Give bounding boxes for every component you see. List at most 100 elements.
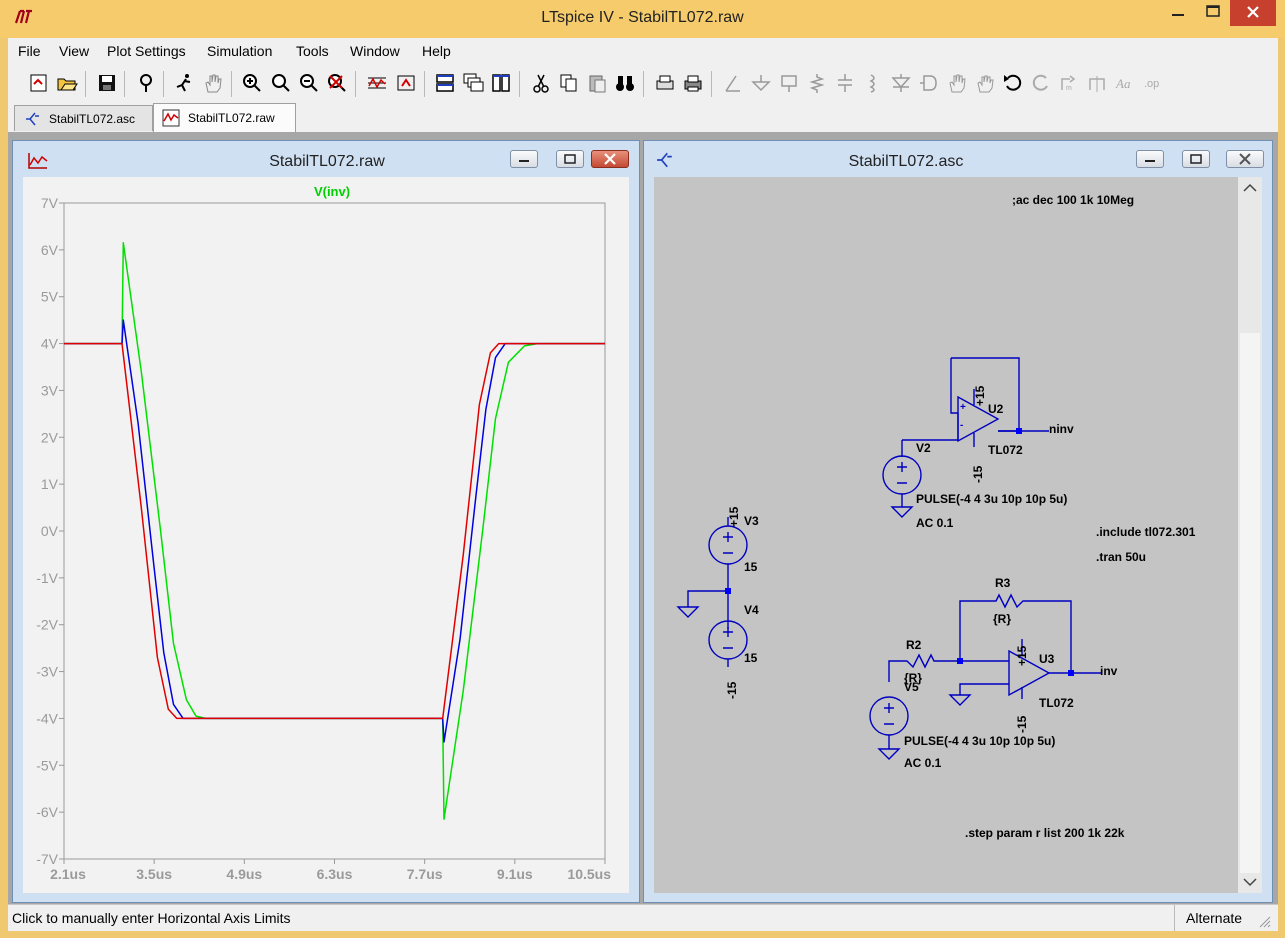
move-hand-icon[interactable] bbox=[946, 72, 968, 94]
u2-vneg[interactable]: -15 bbox=[971, 465, 985, 483]
tran-directive[interactable]: .tran 50u bbox=[1096, 550, 1146, 564]
v2-ref[interactable]: V2 bbox=[916, 441, 931, 455]
tab-waveform[interactable]: StabilTL072.raw bbox=[153, 103, 296, 132]
x-tick-label[interactable]: 7.7us bbox=[407, 866, 443, 882]
u3-vpos[interactable]: +15 bbox=[1015, 645, 1029, 666]
v5-ac[interactable]: AC 0.1 bbox=[904, 756, 942, 770]
save-icon[interactable] bbox=[96, 72, 118, 94]
waveform-close-button[interactable] bbox=[591, 150, 629, 168]
y-tick-label[interactable]: 7V bbox=[41, 195, 59, 211]
v3-ref[interactable]: V3 bbox=[744, 514, 759, 528]
run-icon[interactable] bbox=[173, 72, 195, 94]
diode-icon[interactable] bbox=[890, 72, 912, 94]
v2-value[interactable]: PULSE(-4 4 3u 10p 10p 5u) bbox=[916, 492, 1067, 506]
net-label-icon[interactable] bbox=[778, 72, 800, 94]
x-tick-label[interactable]: 4.9us bbox=[226, 866, 262, 882]
v4-value[interactable]: 15 bbox=[744, 651, 758, 665]
x-tick-label[interactable]: 3.5us bbox=[136, 866, 172, 882]
include-directive[interactable]: .include tl072.301 bbox=[1096, 525, 1196, 539]
waveform-restore-button[interactable] bbox=[556, 150, 584, 168]
y-tick-label[interactable]: -4V bbox=[36, 710, 58, 726]
y-tick-label[interactable]: 5V bbox=[41, 289, 59, 305]
u2-ref[interactable]: U2 bbox=[988, 402, 1004, 416]
y-tick-label[interactable]: -6V bbox=[36, 804, 58, 820]
menu-help[interactable]: Help bbox=[422, 43, 451, 59]
x-tick-label[interactable]: 10.5us bbox=[567, 866, 611, 882]
y-tick-label[interactable]: 4V bbox=[41, 336, 59, 352]
resistor-icon[interactable] bbox=[806, 72, 828, 94]
r3-value[interactable]: {R} bbox=[993, 612, 1011, 626]
new-schematic-icon[interactable] bbox=[28, 72, 50, 94]
undo-icon[interactable] bbox=[1002, 72, 1024, 94]
mirror-icon[interactable] bbox=[1086, 72, 1108, 94]
control-panel-icon[interactable] bbox=[135, 72, 157, 94]
capacitor-icon[interactable] bbox=[834, 72, 856, 94]
cut-icon[interactable] bbox=[530, 72, 552, 94]
x-tick-label[interactable]: 2.1us bbox=[50, 866, 86, 882]
waveform-plot[interactable]: V(inv) 7V 6V 5V 4V 3V 2V 1V 0V -1V -2V -3V -4V -5V -6… bbox=[23, 177, 629, 893]
tile-vertical-icon[interactable] bbox=[490, 72, 512, 94]
ninv-label[interactable]: ninv bbox=[1049, 422, 1074, 436]
v2-ac[interactable]: AC 0.1 bbox=[916, 516, 954, 530]
open-folder-icon[interactable] bbox=[56, 72, 78, 94]
v3-net[interactable]: +15 bbox=[727, 506, 741, 527]
spice-directive-icon[interactable]: .op bbox=[1142, 72, 1164, 94]
resize-grip-icon[interactable] bbox=[1258, 915, 1272, 929]
component-icon[interactable] bbox=[918, 72, 940, 94]
maximize-button[interactable] bbox=[1196, 0, 1230, 26]
y-tick-label[interactable]: -1V bbox=[36, 570, 58, 586]
zoom-fit-icon[interactable] bbox=[326, 72, 348, 94]
draw-wire-icon[interactable] bbox=[722, 72, 744, 94]
zoom-in-icon[interactable] bbox=[241, 72, 263, 94]
y-tick-label[interactable]: 1V bbox=[41, 476, 59, 492]
vertical-scrollbar[interactable] bbox=[1238, 177, 1262, 893]
close-button[interactable] bbox=[1230, 0, 1276, 26]
trace-label[interactable]: V(inv) bbox=[314, 184, 350, 199]
schematic-minimize-button[interactable] bbox=[1136, 150, 1164, 168]
halt-hand-icon[interactable] bbox=[202, 72, 224, 94]
r2-ref[interactable]: R2 bbox=[906, 638, 922, 652]
y-tick-label[interactable]: 0V bbox=[41, 523, 59, 539]
inductor-icon[interactable] bbox=[862, 72, 884, 94]
u3-vneg[interactable]: -15 bbox=[1015, 715, 1029, 733]
y-tick-label[interactable]: 2V bbox=[41, 429, 59, 445]
text-icon[interactable]: Aa bbox=[1114, 72, 1136, 94]
minimize-button[interactable] bbox=[1161, 0, 1195, 26]
pan-zoom-icon[interactable] bbox=[270, 72, 292, 94]
u3-model[interactable]: TL072 bbox=[1039, 696, 1074, 710]
autorange-icon[interactable] bbox=[366, 72, 388, 94]
zoom-out-icon[interactable] bbox=[298, 72, 320, 94]
menu-tools[interactable]: Tools bbox=[296, 43, 329, 59]
tile-horizontal-icon[interactable] bbox=[434, 72, 456, 94]
inv-label[interactable]: inv bbox=[1100, 664, 1118, 678]
rotate-icon[interactable]: m bbox=[1058, 72, 1080, 94]
ground-icon[interactable] bbox=[750, 72, 772, 94]
paste-icon[interactable] bbox=[586, 72, 608, 94]
y-tick-label[interactable]: -2V bbox=[36, 617, 58, 633]
v5-ref[interactable]: V5 bbox=[904, 680, 919, 694]
y-tick-label[interactable]: -3V bbox=[36, 664, 58, 680]
y-tick-label[interactable]: -7V bbox=[36, 851, 58, 867]
v4-ref[interactable]: V4 bbox=[744, 603, 759, 617]
step-directive[interactable]: .step param r list 200 1k 22k bbox=[965, 826, 1125, 840]
y-tick-label[interactable]: -5V bbox=[36, 757, 58, 773]
v3-value[interactable]: 15 bbox=[744, 560, 758, 574]
cascade-icon[interactable] bbox=[462, 72, 484, 94]
u3-ref[interactable]: U3 bbox=[1039, 652, 1055, 666]
u2-model[interactable]: TL072 bbox=[988, 443, 1023, 457]
copy-icon[interactable] bbox=[558, 72, 580, 94]
x-tick-label[interactable]: 9.1us bbox=[497, 866, 533, 882]
drag-hand-icon[interactable] bbox=[974, 72, 996, 94]
menu-file[interactable]: File bbox=[18, 43, 41, 59]
mark-unconnected-icon[interactable] bbox=[395, 72, 417, 94]
tab-schematic[interactable]: StabilTL072.asc bbox=[14, 105, 153, 131]
schematic-restore-button[interactable] bbox=[1182, 150, 1210, 168]
schematic-canvas[interactable]: ;ac dec 100 1k 10Meg - + +15 U2 TL072 -1… bbox=[654, 177, 1262, 893]
waveform-minimize-button[interactable] bbox=[510, 150, 538, 168]
u2-vpos[interactable]: +15 bbox=[973, 385, 987, 406]
menu-plot-settings[interactable]: Plot Settings bbox=[107, 43, 186, 59]
v5-value[interactable]: PULSE(-4 4 3u 10p 10p 5u) bbox=[904, 734, 1055, 748]
r3-ref[interactable]: R3 bbox=[995, 576, 1011, 590]
y-tick-label[interactable]: 3V bbox=[41, 382, 59, 398]
menu-simulation[interactable]: Simulation bbox=[207, 43, 272, 59]
